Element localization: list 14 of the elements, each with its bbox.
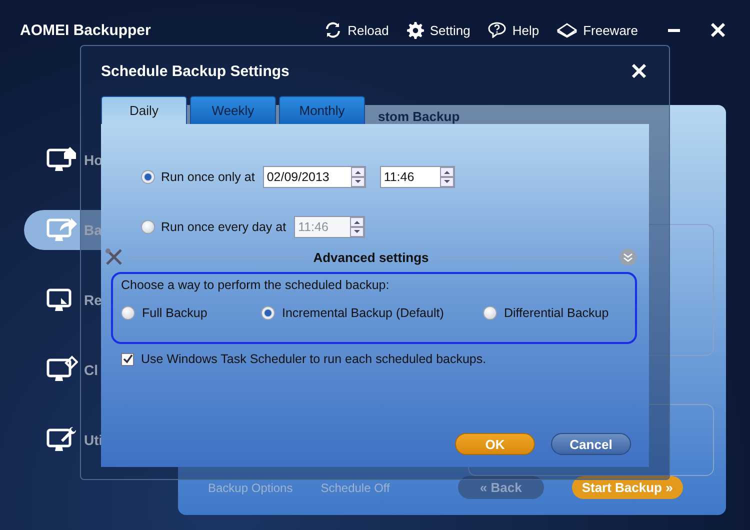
section-heading: stom Backup <box>378 109 461 124</box>
radio-label: Incremental Backup (Default) <box>282 306 444 320</box>
section-title: Advanced settings <box>313 250 429 264</box>
group-prompt: Choose a way to perform the scheduled backup: <box>121 278 390 292</box>
checkbox-label: Use Windows Task Scheduler to run each scheduled backups. <box>141 352 486 366</box>
sidebar-label: Cl <box>84 362 98 378</box>
radio-label: Run once every day at <box>161 220 286 234</box>
sidebar-label: Ba <box>84 222 102 238</box>
radio-label: Run once only at <box>161 170 255 184</box>
sidebar-label: Re <box>84 292 102 308</box>
dialog-title: Schedule Backup Settings <box>101 62 290 80</box>
radio-label: Full Backup <box>142 306 208 320</box>
app-title: AOMEI Backupper <box>20 22 151 38</box>
radio-label: Differential Backup <box>504 306 609 320</box>
